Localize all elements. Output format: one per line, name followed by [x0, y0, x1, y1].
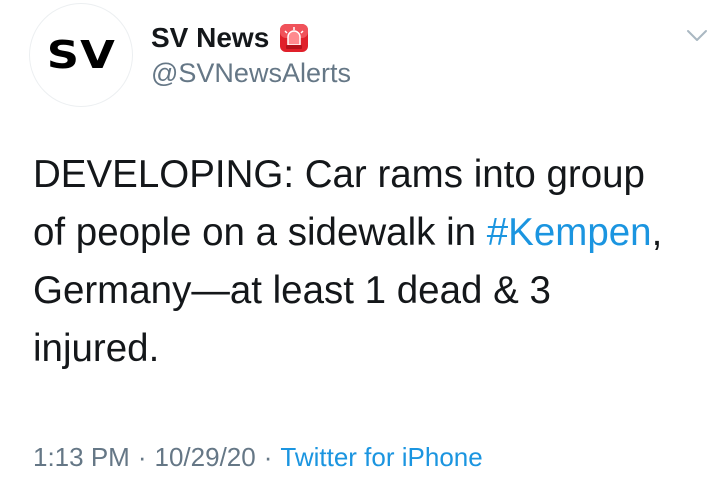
siren-icon: [279, 23, 309, 53]
avatar-logo-text: SV: [46, 33, 116, 77]
author-display-name[interactable]: SV News: [151, 22, 269, 54]
author-name-row: SV News: [151, 18, 309, 58]
tweet-text: DEVELOPING: Car rams into group of peopl…: [33, 146, 703, 378]
separator: ·: [137, 442, 147, 472]
tweet-card: SV SV News @SVNewsAlerts DEVELOPING: Car…: [0, 0, 717, 497]
tweet-text-line: of people on a sidewalk in #Kempen,: [33, 211, 663, 254]
tweet-text-line: Germany—at least 1 dead & 3: [33, 269, 551, 312]
avatar[interactable]: SV: [30, 4, 132, 106]
tweet-text-line: DEVELOPING: Car rams into group: [33, 153, 645, 196]
separator: ·: [263, 442, 273, 472]
author-handle[interactable]: @SVNewsAlerts: [151, 58, 351, 89]
tweet-metadata: 1:13 PM · 10/29/20 · Twitter for iPhone: [33, 442, 483, 473]
tweet-source-link[interactable]: Twitter for iPhone: [280, 442, 482, 472]
tweet-time[interactable]: 1:13 PM: [33, 442, 130, 472]
tweet-text-line: injured.: [33, 327, 160, 370]
chevron-down-icon[interactable]: [684, 22, 710, 48]
hashtag-link[interactable]: #Kempen: [487, 211, 652, 254]
tweet-date[interactable]: 10/29/20: [155, 442, 256, 472]
